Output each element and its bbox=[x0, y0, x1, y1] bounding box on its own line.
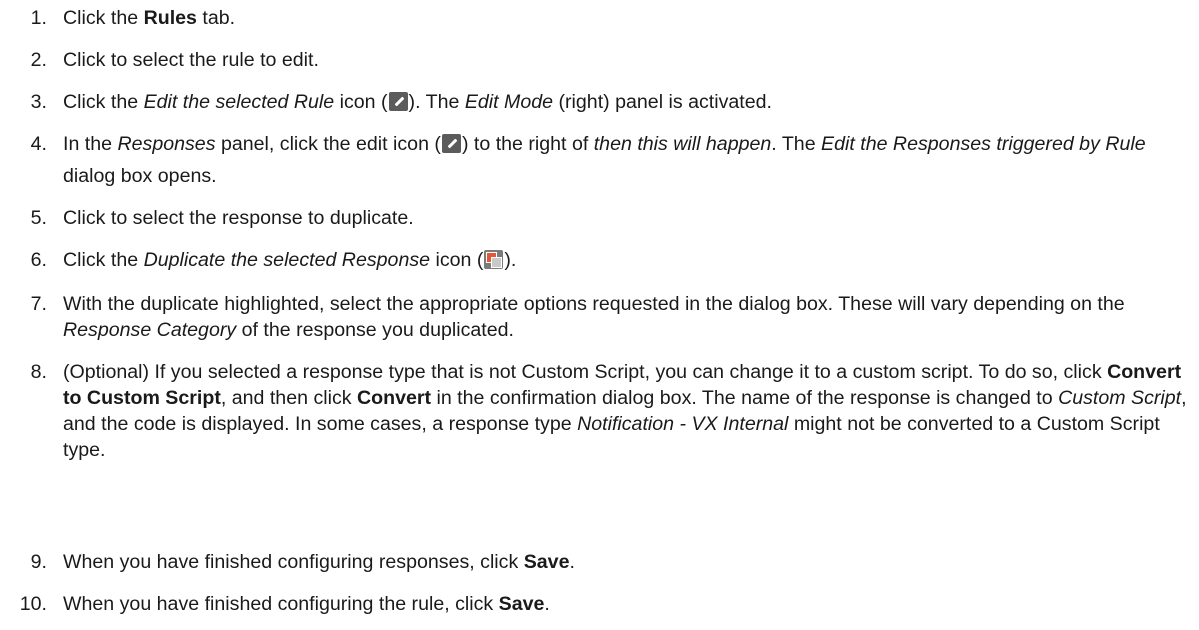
save-label: Save bbox=[498, 593, 545, 615]
save-label: Save bbox=[523, 551, 570, 573]
edit-pencil-icon bbox=[388, 92, 408, 111]
step-text: When you have finished configuring respo… bbox=[63, 551, 575, 573]
step-text: Click to select the response to duplicat… bbox=[63, 207, 414, 229]
step-text: (Optional) If you selected a response ty… bbox=[63, 361, 1187, 461]
step-text: Click the Edit the selected Rule icon ()… bbox=[63, 91, 772, 113]
numbered-step-list: 1. Click the Rules tab. 2. Click to sele… bbox=[0, 0, 1199, 630]
edit-pencil-icon bbox=[441, 134, 461, 153]
step-number: 1. bbox=[30, 7, 47, 29]
step-text: Click the Rules tab. bbox=[63, 7, 236, 29]
step-number: 10. bbox=[19, 593, 47, 615]
duplicate-icon bbox=[484, 250, 504, 269]
step-number: 2. bbox=[30, 49, 47, 71]
step-text: Click the Duplicate the selected Respons… bbox=[63, 249, 517, 271]
step-number: 5. bbox=[30, 207, 47, 229]
convert-label: Convert bbox=[357, 387, 432, 409]
step-number: 9. bbox=[30, 551, 47, 573]
step-text: With the duplicate highlighted, select t… bbox=[63, 293, 1125, 341]
step-number: 7. bbox=[30, 293, 47, 315]
rules-tab-label: Rules bbox=[143, 7, 197, 29]
step-text: In the Responses panel, click the edit i… bbox=[63, 133, 1146, 187]
step-text: Click to select the rule to edit. bbox=[63, 49, 319, 71]
step-text: When you have finished configuring the r… bbox=[63, 593, 550, 615]
step-number: 3. bbox=[30, 91, 47, 113]
step-number: 8. bbox=[30, 361, 47, 383]
step-number: 6. bbox=[30, 249, 47, 271]
step-number: 4. bbox=[30, 133, 47, 155]
